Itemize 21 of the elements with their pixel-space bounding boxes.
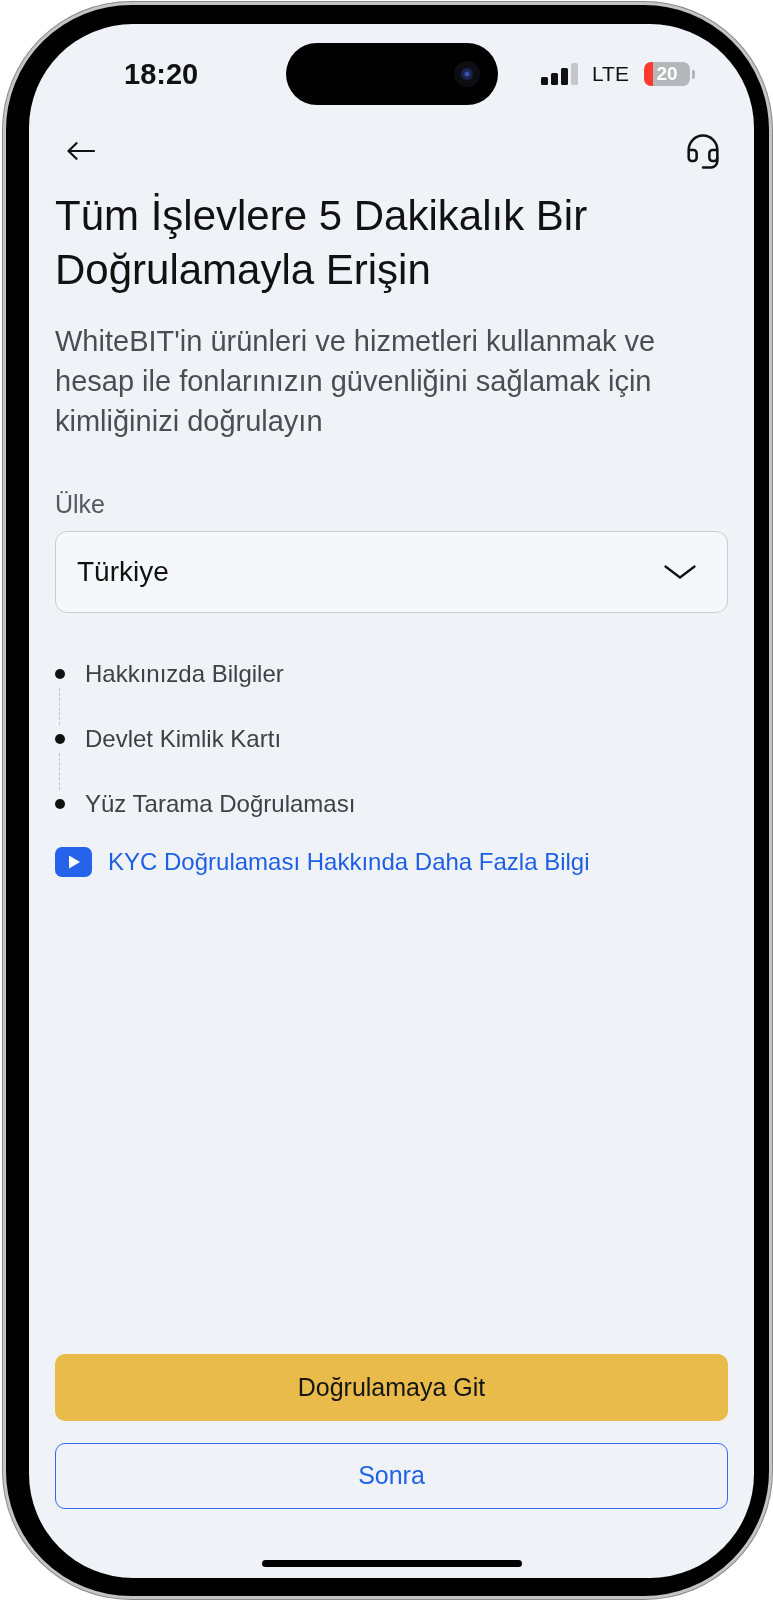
step-label: Yüz Tarama Doğrulaması [85, 790, 356, 818]
page-title: Tüm İşlevlere 5 Dakikalık Bir Doğrulamayla Erişin [55, 191, 589, 295]
step-label: Devlet Kimlik Kartı [85, 725, 282, 753]
chevron-down-icon [664, 565, 696, 579]
field-label: Ülke [55, 489, 105, 520]
learn-more-link[interactable]: KYC Doğrulaması Hakkında Daha Fazla Bilgi [55, 846, 590, 878]
headset-icon[interactable] [687, 133, 719, 169]
later-button[interactable]: Sonra [55, 1443, 728, 1509]
dashed-connector-line [59, 753, 60, 790]
network-type: LTE [592, 62, 629, 86]
battery-indicator: 20 [643, 62, 695, 86]
dashed-connector-line [59, 688, 60, 725]
description-text: WhiteBIT'in ürünleri ve hizmetleri kullanmak ve hesap ile fonlarınızın güvenliğini sağlamak için kimliğinizi doğrulayın [55, 324, 657, 439]
verify-button[interactable]: Doğrulamaya Git [55, 1354, 728, 1421]
step-label: Hakkınızda Bilgiler [85, 660, 284, 688]
signal-bars-icon [541, 63, 579, 85]
back-arrow-icon[interactable] [67, 142, 95, 160]
camera-lens-icon [454, 61, 480, 87]
status-time: 18:20 [124, 58, 199, 90]
country-select[interactable]: Türkiye [55, 531, 728, 613]
play-icon [55, 847, 92, 877]
